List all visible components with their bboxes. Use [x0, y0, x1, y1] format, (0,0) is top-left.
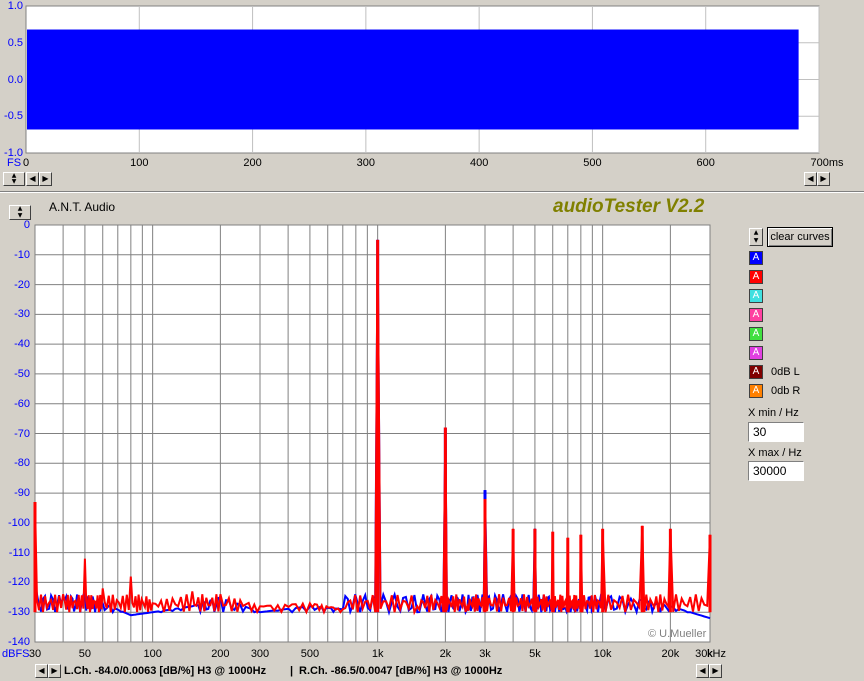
curve-swatch-label: 0db R	[771, 385, 801, 397]
spectrum-x-tick-label: 500	[300, 648, 320, 660]
spectrum-x-tick-label: 5k	[529, 648, 541, 660]
x-unit-label: kHz	[707, 648, 726, 660]
spectrum-y-tick-label: -30	[14, 308, 30, 321]
curve-swatch[interactable]: A	[749, 365, 763, 379]
spectrum-x-tick-label: 200	[211, 648, 230, 660]
curve-swatch[interactable]: A	[749, 346, 763, 360]
spectrum-x-tick-label: 50	[78, 648, 92, 660]
spectrum-y-tick-label: -110	[8, 546, 30, 559]
curve-swatch-label: 0dB L	[771, 366, 800, 378]
spectrum-y-tick-label: -100	[7, 516, 30, 529]
clear-curves-button[interactable]: clear curves	[767, 227, 833, 247]
spectrum-x-tick-label: 300	[250, 648, 270, 660]
arrow-right-icon: ▶	[712, 666, 719, 675]
spectrum-x-tick-label: 3k	[479, 648, 491, 660]
curve-swatch[interactable]: A	[749, 308, 763, 322]
curves-spinner[interactable]: ▲ ▼	[749, 228, 763, 246]
arrow-left-icon: ◀	[699, 666, 706, 675]
spectrum-x-tick-label: 30	[28, 648, 42, 660]
spectrum-y-tick-label: -70	[14, 427, 30, 440]
xmax-input[interactable]: 30000	[748, 461, 804, 481]
spectrum-scroll-left-button[interactable]: ◀	[35, 664, 48, 678]
spectrum-y-tick-label: -130	[7, 606, 30, 619]
spectrum-plot	[33, 224, 712, 643]
spectrum-y-tick-label: -140	[7, 636, 30, 648]
xmax-label: X max / Hz	[748, 447, 802, 459]
spectrum-y-tick-label: -80	[14, 457, 30, 470]
arrow-right-icon: ▶	[51, 666, 58, 675]
spectrum-y-tick-label: -40	[14, 338, 30, 351]
spectrum-x-tick-label: 1k	[371, 648, 384, 660]
xmin-input[interactable]: 30	[748, 422, 804, 442]
curve-swatch[interactable]: A	[749, 270, 763, 284]
spectrum-x-tick-label: 2k	[439, 648, 452, 660]
status-separator: |	[290, 665, 294, 677]
curve-swatch[interactable]: A	[749, 384, 763, 398]
curve-swatch[interactable]: A	[749, 251, 763, 265]
spectrum-x-tick-label: 100	[143, 648, 162, 660]
spectrum-end-right-button[interactable]: ▶	[709, 664, 722, 678]
arrow-left-icon: ◀	[38, 666, 45, 675]
curve-swatch[interactable]: A	[749, 327, 763, 341]
spectrum-y-tick-label: -10	[14, 248, 30, 261]
spectrum-scroll-right-button[interactable]: ▶	[48, 664, 61, 678]
curve-swatch[interactable]: A	[749, 289, 763, 303]
spectrum-x-tick-label: 10k	[593, 648, 612, 660]
spectrum-y-tick-label: -90	[14, 487, 30, 500]
copyright-label: © U.Mueller	[648, 628, 707, 640]
spectrum-y-tick-label: 0	[23, 219, 30, 231]
status-left-channel: L.Ch. -84.0/0.0063 [dB/%] H3 @ 1000Hz	[64, 665, 267, 677]
spectrum-y-tick-label: -60	[14, 397, 30, 410]
spectrum-y-tick-label: -50	[14, 367, 30, 380]
spectrum-y-tick-label: -20	[14, 278, 30, 291]
xmin-label: X min / Hz	[748, 407, 799, 419]
spectrum-end-left-button[interactable]: ◀	[696, 664, 709, 678]
spectrum-y-tick-label: -120	[7, 576, 30, 589]
status-right-channel: R.Ch. -86.5/0.0047 [dB/%] H3 @ 1000Hz	[299, 665, 503, 677]
